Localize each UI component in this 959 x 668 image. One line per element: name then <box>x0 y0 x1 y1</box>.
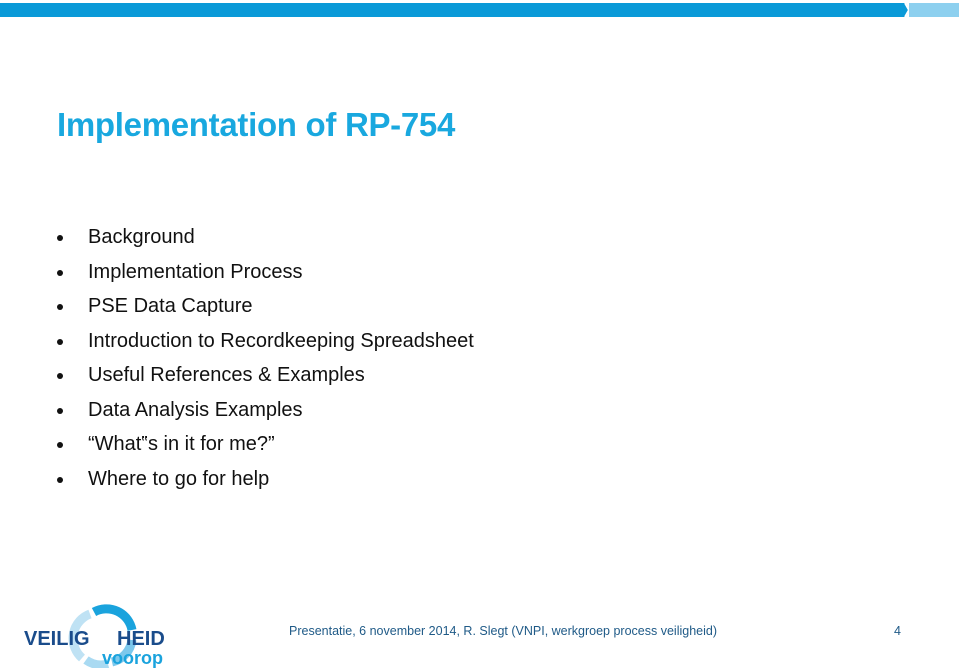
header-bar <box>0 3 959 17</box>
logo-word-heid: HEID <box>117 628 165 650</box>
bullet-icon <box>57 407 63 414</box>
list-item-text: “What‟s in it for me?” <box>88 433 275 455</box>
header-bar-main-segment <box>0 3 904 17</box>
bullet-icon <box>57 304 63 310</box>
list-item-text: Useful References & Examples <box>88 364 365 386</box>
logo-word-voorop: voorop <box>102 648 163 668</box>
bullet-icon <box>57 269 63 276</box>
list-item-text: Data Analysis Examples <box>88 398 303 421</box>
bullet-icon <box>57 476 63 483</box>
list-item-text: Introduction to Recordkeeping Spreadshee… <box>88 329 474 352</box>
bullet-icon <box>57 338 63 345</box>
bullet-icon <box>57 442 63 448</box>
slide-title: Implementation of RP-754 <box>57 106 456 143</box>
list-item-text: PSE Data Capture <box>88 295 253 317</box>
bullet-icon <box>57 235 63 241</box>
footer-text: Presentatie, 6 november 2014, R. Slegt (… <box>289 624 717 638</box>
page-number: 4 <box>894 624 901 638</box>
veiligheid-voorop-logo: VEILIG HEID voorop <box>24 604 165 668</box>
logo-word-veilig: VEILIG <box>24 628 90 650</box>
list-item-text: Implementation Process <box>88 260 303 283</box>
list-item-text: Where to go for help <box>88 467 270 490</box>
list-item-text: Background <box>88 226 195 248</box>
header-bar-light-segment <box>909 3 959 17</box>
bullet-icon <box>57 373 63 379</box>
